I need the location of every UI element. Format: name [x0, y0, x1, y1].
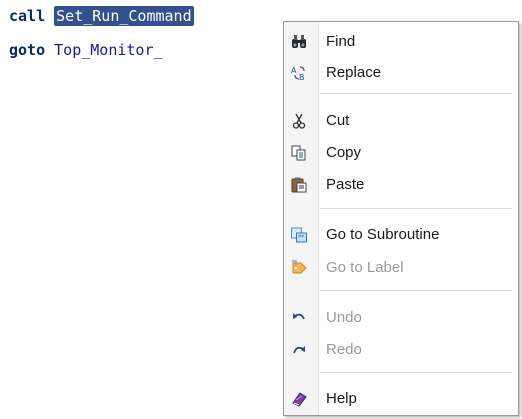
undo-icon: [291, 310, 307, 326]
call-keyword: call: [9, 7, 46, 25]
menu-item-find[interactable]: Find: [284, 27, 518, 57]
menu-item-label: Undo: [326, 309, 362, 326]
menu-item-label: Cut: [326, 112, 350, 129]
menu-item-label: Redo: [326, 341, 362, 358]
code-line-goto[interactable]: goto Top_Monitor_: [9, 40, 163, 60]
menu-item-label: Go to Label: [326, 259, 404, 276]
scissors-icon: [291, 113, 307, 129]
binoculars-icon: [291, 34, 307, 50]
goto-keyword: goto: [9, 41, 46, 59]
help-book-icon: [291, 391, 307, 407]
menu-item-replace[interactable]: AB Replace: [284, 58, 518, 88]
context-menu: Find AB Replace Cut Copy Paste Go to Sub…: [283, 21, 519, 416]
copy-icon: [291, 145, 307, 161]
svg-text:B: B: [299, 73, 305, 81]
selected-text[interactable]: Set_Run_Command: [54, 6, 194, 26]
menu-item-label: Find: [326, 33, 356, 50]
menu-item-go-to-subroutine[interactable]: Go to Subroutine: [284, 220, 518, 250]
subroutine-icon: [291, 227, 307, 243]
replace-icon: AB: [291, 65, 307, 81]
svg-text:A: A: [291, 66, 297, 75]
menu-item-help[interactable]: Help: [284, 384, 518, 414]
menu-item-label: Replace: [326, 64, 382, 81]
menu-item-copy[interactable]: Copy: [284, 138, 518, 168]
paste-icon: [291, 177, 307, 193]
redo-icon: [291, 342, 307, 358]
menu-item-undo[interactable]: Undo: [284, 303, 518, 333]
menu-separator: [320, 372, 512, 373]
label-tag-icon: [291, 260, 307, 276]
code-line-call[interactable]: call Set_Run_Command: [9, 6, 194, 26]
menu-separator: [320, 290, 512, 291]
menu-item-label: Paste: [326, 176, 365, 193]
menu-item-cut[interactable]: Cut: [284, 106, 518, 136]
menu-item-redo[interactable]: Redo: [284, 335, 518, 365]
menu-item-label: Help: [326, 390, 357, 407]
menu-separator: [320, 208, 512, 209]
menu-item-label: Copy: [326, 144, 362, 161]
menu-item-go-to-label[interactable]: Go to Label: [284, 253, 518, 283]
menu-item-paste[interactable]: Paste: [284, 170, 518, 200]
menu-item-label: Go to Subroutine: [326, 226, 440, 243]
goto-target: Top_Monitor_: [54, 41, 163, 59]
menu-separator: [320, 93, 512, 94]
